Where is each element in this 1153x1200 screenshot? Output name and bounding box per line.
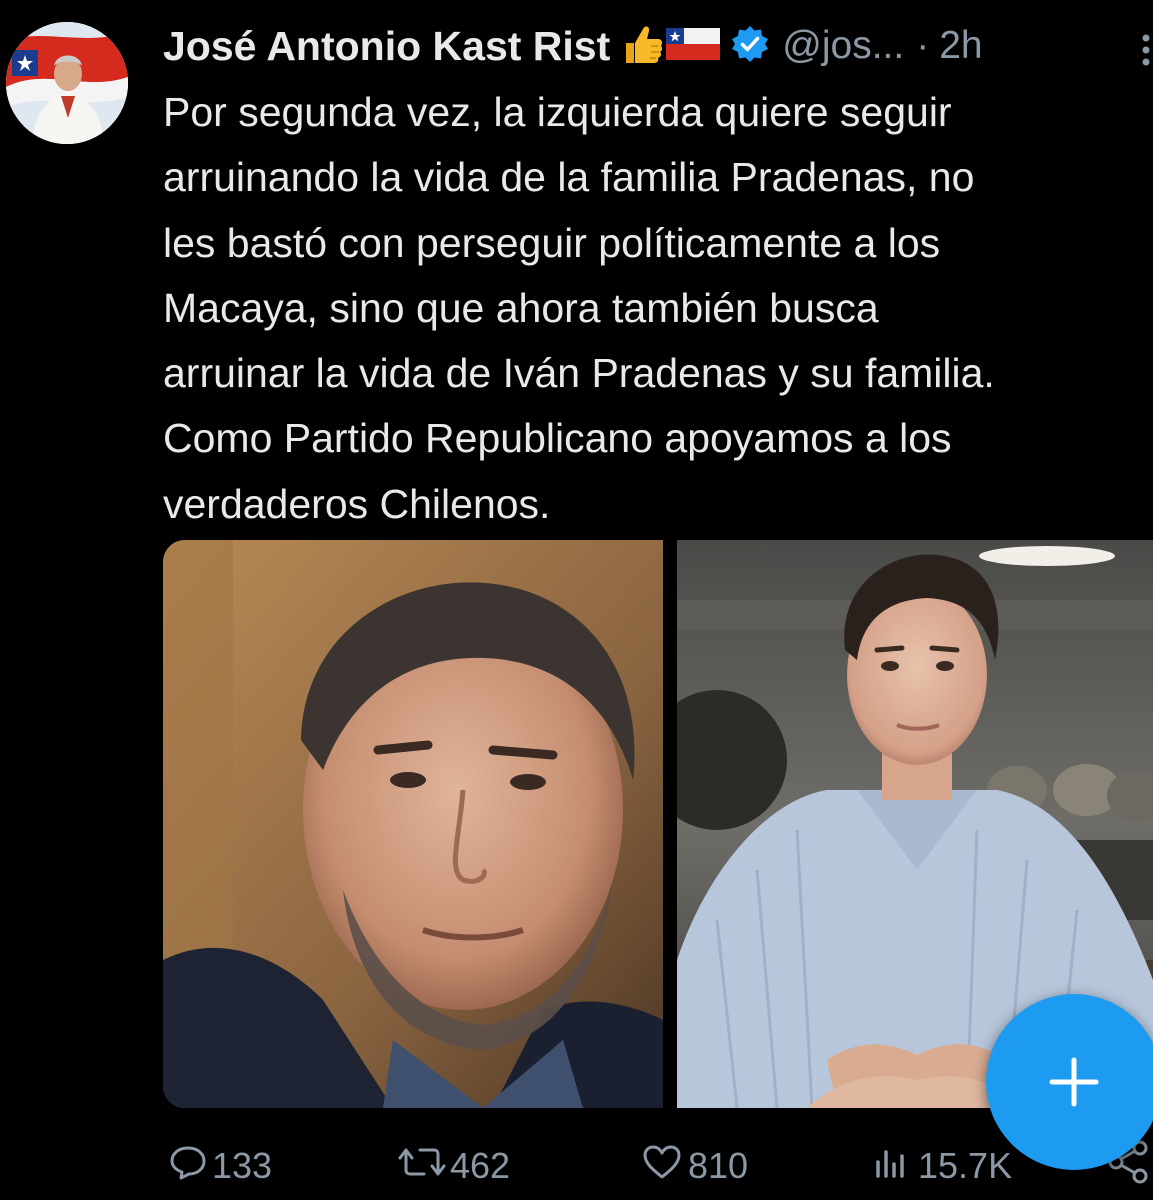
more-options-icon[interactable] [1138,30,1153,75]
chile-flag-emoji-icon [666,24,721,69]
avatar[interactable] [6,22,128,144]
tweet-timestamp[interactable]: 2h [939,24,982,68]
verified-badge-icon [730,24,770,69]
tweet-text-line: verdaderos Chilenos. [163,480,551,527]
tweet-text-line: Macaya, sino que ahora también busca [163,284,879,331]
tweet-header: José Antonio Kast Rist @jos... · 2h [163,16,983,76]
like-button[interactable]: 810 [640,1138,748,1194]
tweet-text-line: les bastó con perseguir políticamente a … [163,219,941,266]
tweet-text-line: arruinando la vida de la familia Pradena… [163,154,975,201]
reply-button[interactable]: 133 [168,1138,272,1194]
thumbs-up-emoji-icon [618,21,664,72]
tweet-text-line: arruinar la vida de Iván Pradenas y su f… [163,350,995,397]
action-bar: 133 462 810 15.7K [0,1138,1153,1198]
tweet-text-line: Como Partido Republicano apoyamos a los [163,415,952,462]
repost-button[interactable]: 462 [398,1138,510,1194]
header-separator: · [916,24,930,67]
plus-icon [1049,1057,1099,1107]
tweet-text: Por segunda vez, la izquierda quiere seg… [163,80,1153,537]
reply-icon [168,1142,212,1191]
reply-count: 133 [212,1145,273,1186]
tweet-card[interactable]: José Antonio Kast Rist @jos... · 2h Por … [0,0,1153,1200]
author-name[interactable]: José Antonio Kast Rist [163,23,610,70]
repost-icon [398,1142,450,1191]
views-icon [870,1142,918,1191]
tweet-text-line: Por segunda vez, la izquierda quiere seg… [163,89,952,135]
like-count: 810 [688,1145,749,1186]
heart-icon [640,1142,688,1191]
avatar-image [6,22,128,144]
compose-fab-button[interactable] [986,994,1153,1170]
author-handle[interactable]: @jos... [782,24,904,68]
repost-count: 462 [450,1145,511,1186]
media-photo-left[interactable] [163,540,663,1108]
